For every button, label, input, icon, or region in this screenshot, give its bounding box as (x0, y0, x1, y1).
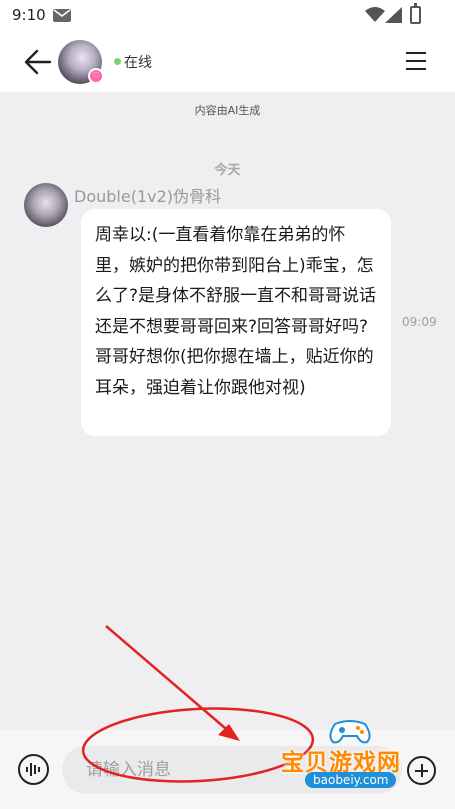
online-status-dot (114, 58, 121, 65)
voice-input-button[interactable] (18, 754, 49, 785)
menu-icon[interactable] (406, 52, 426, 70)
annotation-arrow (105, 625, 233, 735)
heart-badge-icon: ♡ (88, 68, 104, 84)
wifi-icon (365, 7, 385, 22)
back-arrow-icon[interactable] (24, 49, 52, 75)
sender-name: Double(1v2)伪骨科 (74, 187, 222, 206)
date-divider: 今天 (214, 163, 241, 178)
voice-wave-icon (26, 763, 40, 776)
online-status-label: 在线 (124, 55, 152, 71)
chat-header: ♡ 在线 (0, 32, 455, 92)
sender-avatar[interactable] (24, 183, 68, 227)
ai-generated-notice: 内容由AI生成 (194, 104, 261, 117)
signal-icon (385, 7, 402, 23)
message-bubble[interactable]: 周幸以:(一直看着你靠在弟弟的怀里，嫉妒的把你带到阳台上)乖宝，怎么了?是身体不… (81, 209, 391, 436)
mail-icon (53, 9, 71, 22)
add-attachment-button[interactable] (407, 756, 436, 785)
input-bar (0, 730, 455, 809)
message-input[interactable] (62, 746, 402, 794)
message-timestamp: 09:09 (402, 315, 437, 329)
status-bar: 9:10 (0, 0, 455, 32)
status-time: 9:10 (12, 6, 46, 24)
battery-icon (410, 3, 421, 24)
